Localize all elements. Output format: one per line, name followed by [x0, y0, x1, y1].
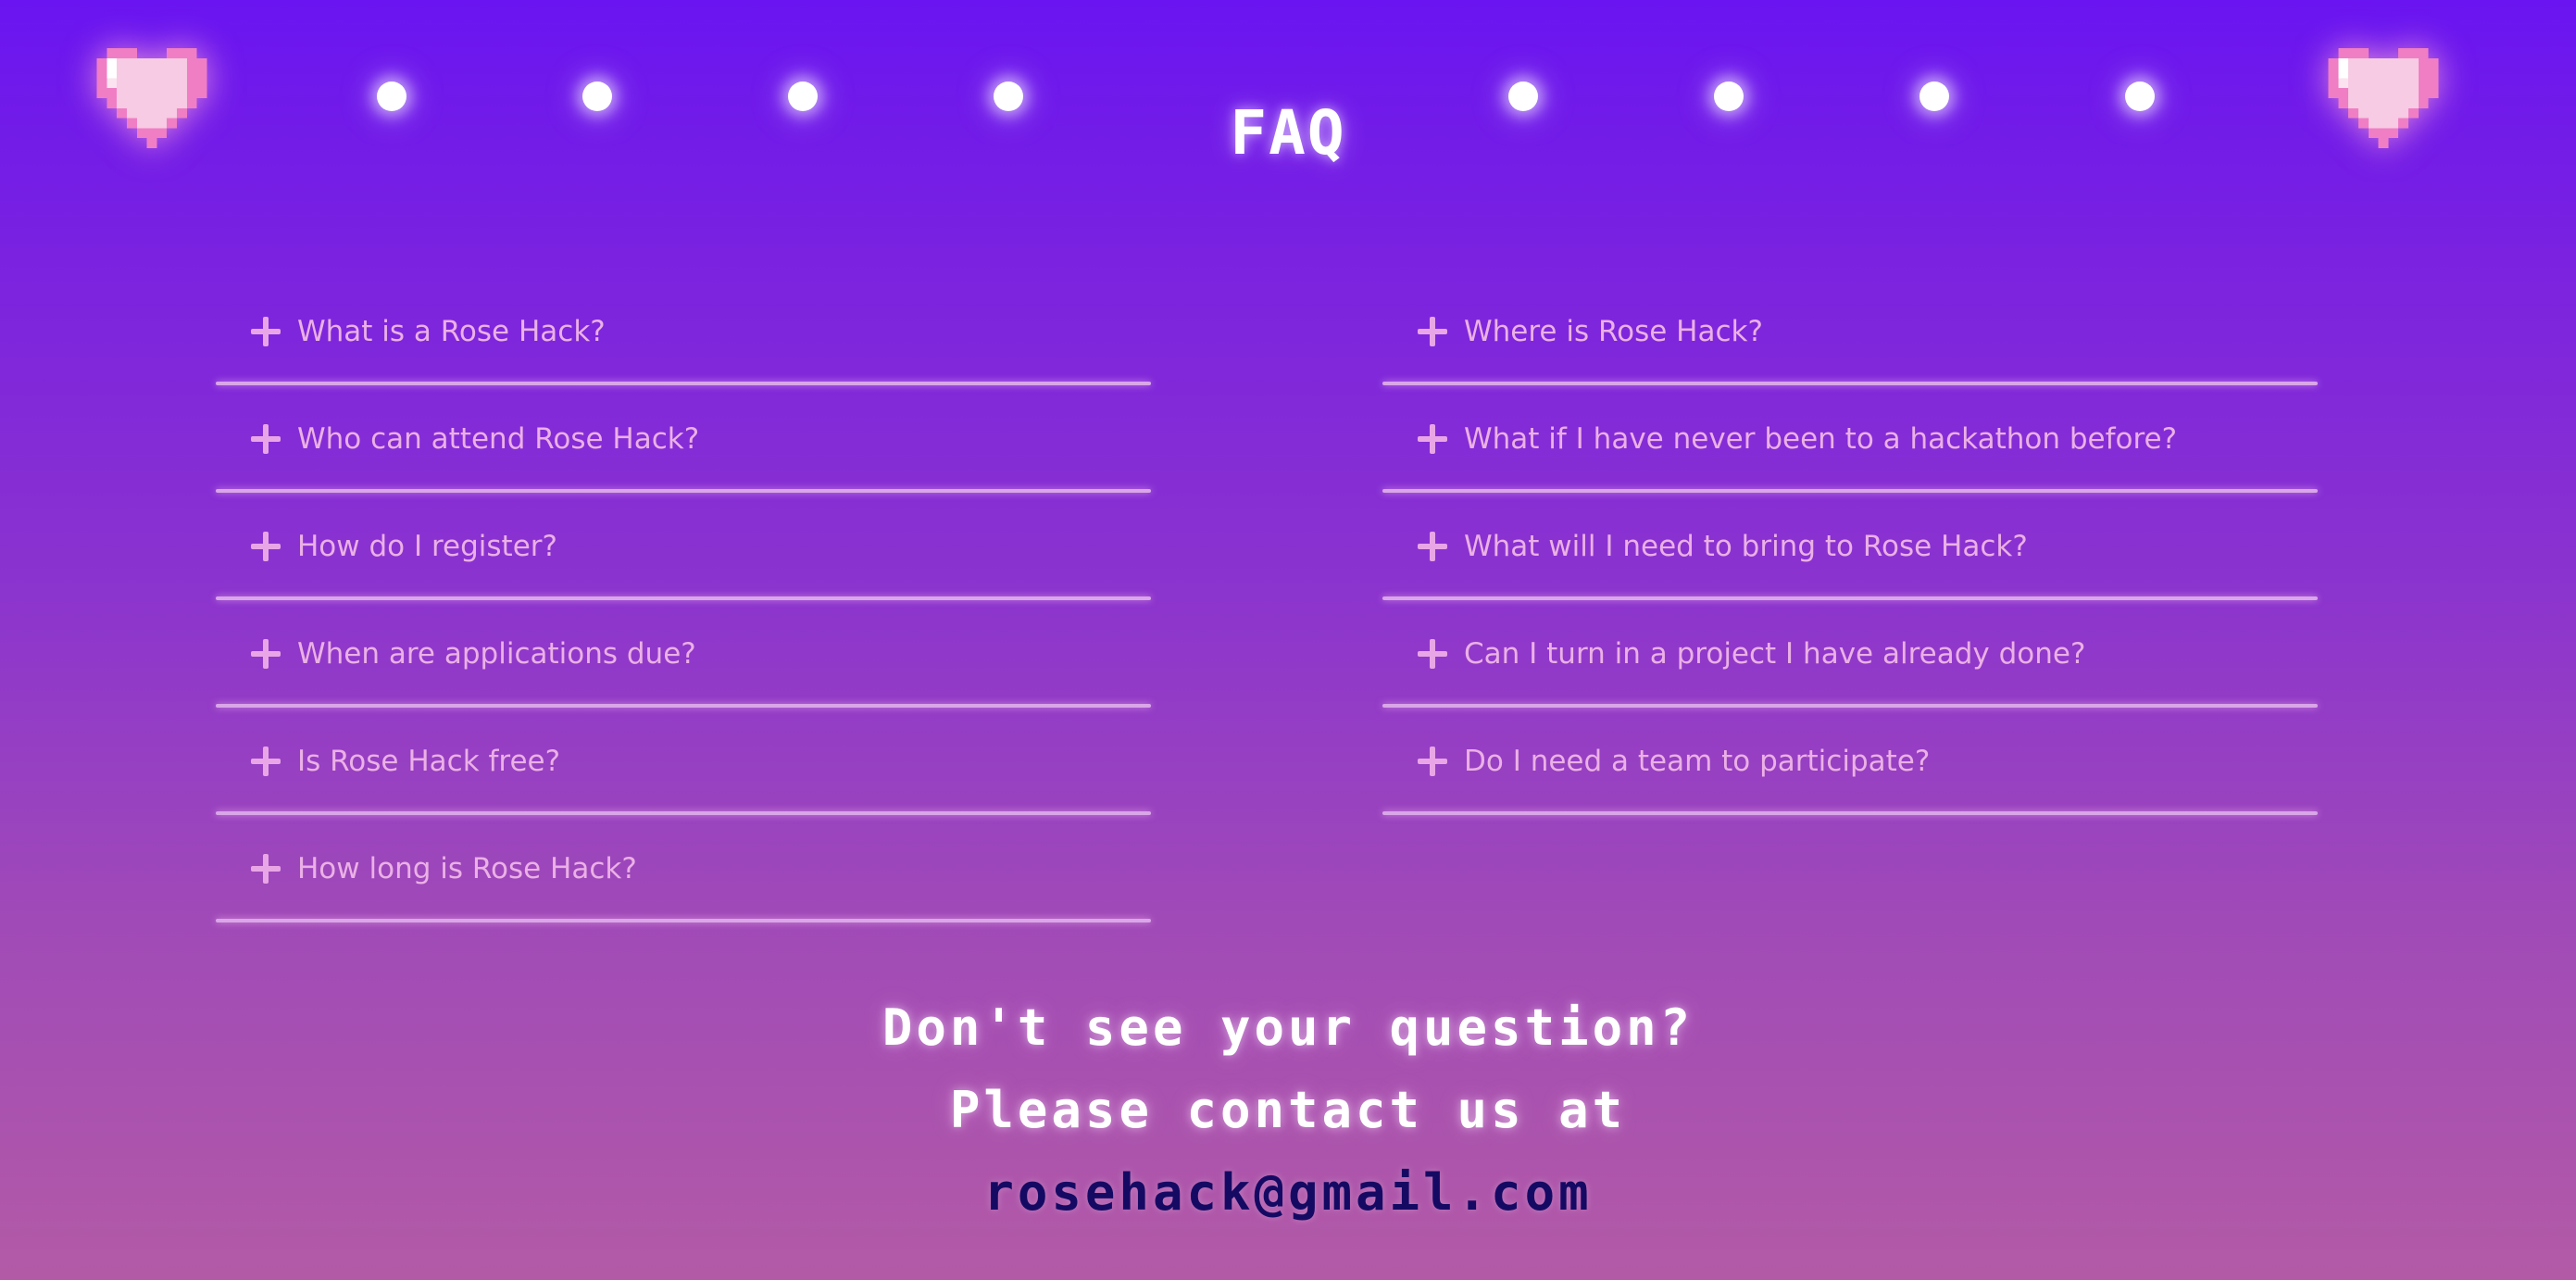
faq-item[interactable]: Who can attend Rose Hack?	[216, 385, 1151, 493]
page-title: FAQ	[1230, 97, 1346, 169]
faq-question[interactable]: When are applications due?	[297, 635, 696, 672]
header-dot	[1919, 82, 1949, 111]
contact-email-link[interactable]: rosehack@gmail.com	[983, 1165, 1592, 1221]
header-dot	[377, 82, 406, 111]
plus-icon[interactable]	[1418, 532, 1447, 561]
plus-icon[interactable]	[1418, 747, 1447, 776]
header-dot	[582, 82, 612, 111]
plus-icon[interactable]	[251, 854, 281, 884]
header-dot	[1508, 82, 1538, 111]
pixel-heart-icon	[96, 48, 207, 148]
faq-item[interactable]: Do I need a team to participate?	[1382, 708, 2318, 815]
header-dot	[2125, 82, 2155, 111]
faq-item[interactable]: Is Rose Hack free?	[216, 708, 1151, 815]
faq-header: FAQ	[0, 0, 2576, 195]
plus-icon[interactable]	[251, 639, 281, 669]
faq-item[interactable]: What will I need to bring to Rose Hack?	[1382, 493, 2318, 600]
plus-icon[interactable]	[1418, 317, 1447, 346]
contact-section: Don't see your question? Please contact …	[0, 1000, 2576, 1221]
faq-question[interactable]: Can I turn in a project I have already d…	[1464, 635, 2085, 672]
plus-icon[interactable]	[251, 424, 281, 454]
faq-question[interactable]: Is Rose Hack free?	[297, 743, 560, 780]
plus-icon[interactable]	[251, 532, 281, 561]
faq-question[interactable]: Do I need a team to participate?	[1464, 743, 1930, 780]
plus-icon[interactable]	[1418, 424, 1447, 454]
pixel-heart-icon	[2328, 48, 2439, 148]
plus-icon[interactable]	[1418, 639, 1447, 669]
faq-question[interactable]: What if I have never been to a hackathon…	[1464, 420, 2177, 458]
contact-instruction: Please contact us at	[949, 1081, 1627, 1139]
faq-column-right: Where is Rose Hack? What if I have never…	[1382, 278, 2318, 815]
faq-question[interactable]: How long is Rose Hack?	[297, 850, 637, 887]
faq-item[interactable]: When are applications due?	[216, 600, 1151, 708]
faq-item[interactable]: How do I register?	[216, 493, 1151, 600]
plus-icon[interactable]	[251, 317, 281, 346]
faq-item[interactable]: What if I have never been to a hackathon…	[1382, 385, 2318, 493]
faq-question[interactable]: Where is Rose Hack?	[1464, 313, 1763, 350]
faq-item[interactable]: What is a Rose Hack?	[216, 278, 1151, 385]
faq-column-left: What is a Rose Hack? Who can attend Rose…	[216, 278, 1151, 922]
faq-item[interactable]: How long is Rose Hack?	[216, 815, 1151, 922]
faq-item[interactable]: Where is Rose Hack?	[1382, 278, 2318, 385]
header-dot	[1714, 82, 1744, 111]
faq-question[interactable]: What is a Rose Hack?	[297, 313, 606, 350]
faq-question[interactable]: How do I register?	[297, 528, 557, 565]
contact-prompt: Don't see your question?	[882, 998, 1694, 1057]
header-dot	[788, 82, 818, 111]
faq-question[interactable]: What will I need to bring to Rose Hack?	[1464, 528, 2028, 565]
faq-question[interactable]: Who can attend Rose Hack?	[297, 420, 699, 458]
faq-item[interactable]: Can I turn in a project I have already d…	[1382, 600, 2318, 708]
header-dot	[994, 82, 1023, 111]
plus-icon[interactable]	[251, 747, 281, 776]
